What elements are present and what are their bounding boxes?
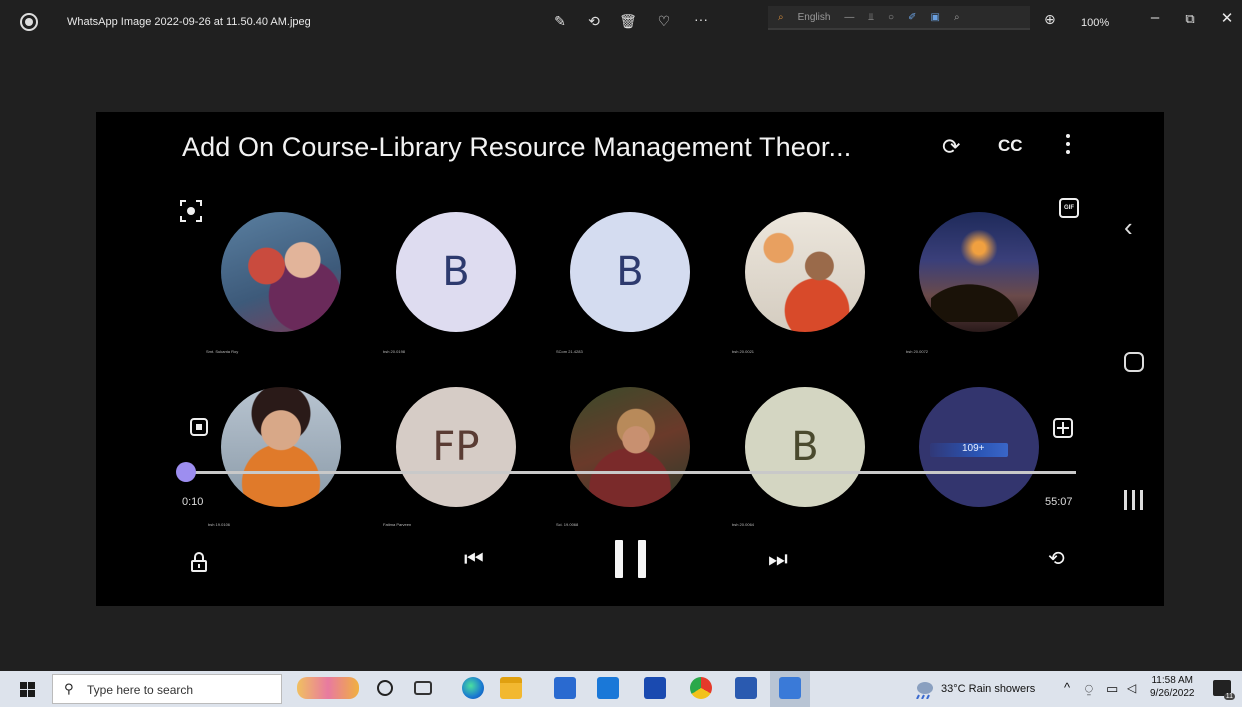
- participant-name: Smt. Sukanta Roy: [206, 349, 239, 354]
- skip-next-icon: ⏭: [768, 546, 788, 571]
- photos-app-icon: [779, 677, 801, 699]
- aspect-ratio-icon: [1053, 418, 1073, 438]
- search-highlight-icon[interactable]: [297, 677, 359, 699]
- task-view-icon[interactable]: [414, 681, 432, 695]
- zoom-level[interactable]: 100%: [1081, 17, 1109, 29]
- search-placeholder: Type here to search: [87, 683, 194, 697]
- system-clock[interactable]: 11:58 AM 9/26/2022: [1150, 674, 1195, 700]
- captions-label: CC: [998, 136, 1023, 155]
- crop-icon: ▣: [930, 11, 940, 23]
- participant-tile: [919, 212, 1039, 332]
- microsoft-store-icon[interactable]: [554, 677, 576, 699]
- favorite-heart-icon[interactable]: ♡: [655, 12, 673, 30]
- windows-taskbar: ⚲ Type here to search 33°C Rain showers …: [0, 671, 1242, 707]
- seek-thumb: [176, 462, 196, 482]
- app-icon[interactable]: [644, 677, 666, 699]
- screen-rotate-icon: ⟲: [1048, 548, 1065, 570]
- participant-count: 109+: [962, 443, 985, 454]
- pause-icon: [615, 540, 647, 578]
- participant-tile: [221, 212, 341, 332]
- file-name: WhatsApp Image 2022-09-26 at 11.50.40 AM…: [67, 16, 311, 28]
- overlay-toolbar-strip: ⌕ English — ⫫ ○ ✐ ▣ ⌕: [768, 6, 1030, 30]
- network-icon[interactable]: ⍜: [1085, 681, 1093, 697]
- zoom-in-icon[interactable]: ⊕: [1044, 11, 1056, 28]
- pin-icon: ⫫: [868, 11, 875, 23]
- restore-button[interactable]: ⧉: [1180, 11, 1200, 27]
- more-options-icon[interactable]: ···: [692, 10, 710, 28]
- participant-tile: B: [570, 212, 690, 332]
- clock-date: 9/26/2022: [1150, 688, 1195, 699]
- chat-icon[interactable]: ▭: [1106, 681, 1118, 697]
- auto-rotate-icon: ⟳: [942, 134, 961, 159]
- current-time: 0:10: [182, 496, 204, 508]
- participant-tile: [745, 212, 865, 332]
- edit-image-icon[interactable]: ✎: [551, 12, 569, 30]
- magnifier-icon: ⌕: [953, 11, 960, 23]
- search-icon: ⌕: [778, 11, 784, 23]
- participant-initial: B: [442, 249, 470, 295]
- notification-center-icon[interactable]: [1213, 680, 1236, 700]
- windows-start-button[interactable]: [20, 682, 35, 697]
- edge-browser-icon[interactable]: [462, 677, 484, 699]
- gif-icon: GIF: [1059, 198, 1079, 218]
- participant-name: bsh 20.0198: [383, 349, 406, 354]
- circle-icon: ○: [888, 11, 895, 23]
- seek-bar: [186, 471, 1076, 474]
- weather-icon[interactable]: [913, 679, 935, 700]
- participant-tile: B: [396, 212, 516, 332]
- show-hidden-icons-chevron-icon[interactable]: ^: [1064, 680, 1070, 695]
- photos-titlebar: WhatsApp Image 2022-09-26 at 11.50.40 AM…: [0, 0, 1242, 44]
- participant-name: Fatima Parveen: [383, 522, 412, 527]
- rotate-icon[interactable]: ⟲: [585, 12, 603, 30]
- participant-initial: FP: [432, 424, 480, 470]
- file-explorer-icon[interactable]: [500, 677, 522, 699]
- delete-icon[interactable]: 🗑︎: [619, 12, 637, 30]
- home-nav-icon: [1124, 352, 1144, 372]
- taskbar-search-box[interactable]: ⚲ Type here to search: [52, 674, 282, 704]
- participant-initial: B: [791, 424, 819, 470]
- participant-name: bsh 20.0021: [732, 349, 755, 354]
- capture-frame-icon: [180, 200, 202, 222]
- close-button[interactable]: ✕: [1217, 9, 1237, 27]
- participant-tile: [570, 387, 690, 507]
- recents-nav-icon: [1124, 490, 1144, 510]
- participant-name: bsh 20.0072: [906, 349, 929, 354]
- volume-muted-icon[interactable]: ◁: [1127, 681, 1136, 695]
- lock-icon: [191, 552, 207, 572]
- search-icon: ⚲: [64, 681, 74, 696]
- photos-app-icon: [20, 13, 38, 31]
- chrome-icon[interactable]: [690, 677, 712, 699]
- word-icon[interactable]: [735, 677, 757, 699]
- participant-initial: B: [616, 249, 644, 295]
- language-label: English: [797, 11, 831, 23]
- picture-in-picture-icon: [190, 418, 208, 436]
- mail-icon[interactable]: [597, 677, 619, 699]
- weather-text[interactable]: 33°C Rain showers: [941, 683, 1035, 695]
- minimize-button[interactable]: –: [1145, 9, 1165, 26]
- participant-tile: FP: [396, 387, 516, 507]
- participant-name: SCom 21.4283: [556, 349, 583, 354]
- total-duration: 55:07: [1045, 496, 1073, 508]
- participant-name: Sci. 19.0068: [556, 522, 579, 527]
- back-nav-icon: ‹: [1124, 212, 1133, 242]
- cortana-icon[interactable]: [377, 680, 393, 696]
- minus-icon: —: [844, 11, 855, 23]
- kebab-menu-icon: [1065, 134, 1071, 158]
- participant-tile: B: [745, 387, 865, 507]
- pen-icon: ✐: [908, 11, 917, 23]
- displayed-photo: Add On Course-Library Resource Managemen…: [96, 112, 1164, 606]
- participant-tile: [221, 387, 341, 507]
- skip-previous-icon: ⏮: [464, 546, 484, 571]
- participant-name: bsh 19.0106: [208, 522, 231, 527]
- clock-time: 11:58 AM: [1151, 675, 1193, 686]
- participant-name: bsh 20.0064: [732, 522, 755, 527]
- video-title: Add On Course-Library Resource Managemen…: [182, 132, 852, 162]
